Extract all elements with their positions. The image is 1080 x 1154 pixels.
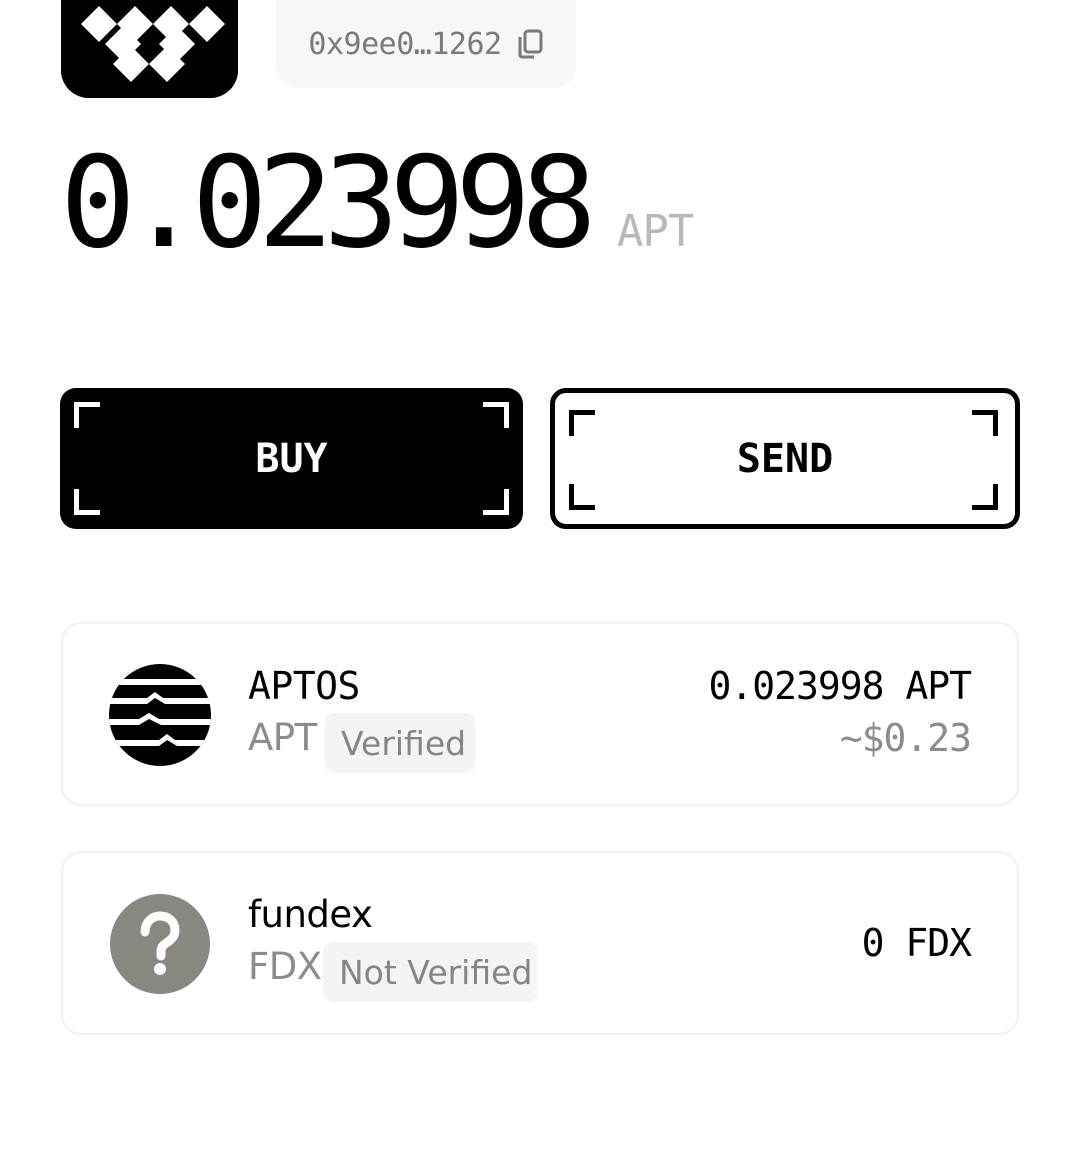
corner-bracket-icon [483, 489, 509, 515]
token-fiat-value: ~$0.23 [839, 716, 972, 760]
corner-bracket-icon [74, 402, 100, 428]
token-name: APTOS [248, 664, 360, 708]
balance-amount: 0.023998 [60, 129, 597, 276]
aptos-logo-icon [109, 664, 211, 766]
send-button[interactable]: SEND [550, 388, 1020, 529]
corner-bracket-icon [569, 484, 595, 510]
not-verified-badge: Not Verified [323, 942, 537, 1002]
buy-button-label: BUY [255, 435, 328, 482]
token-symbol: FDX [248, 945, 322, 988]
wallet-avatar [61, 0, 238, 98]
token-row-aptos[interactable]: APTOS APT Verified 0.023998 APT ~$0.23 [61, 622, 1019, 806]
wallet-address-chip[interactable]: 0x9ee0…1262 [276, 0, 576, 88]
token-row-fundex[interactable]: fundex FDX Not Verified 0 FDX [61, 851, 1019, 1035]
copy-icon[interactable] [516, 28, 544, 60]
token-name: fundex [248, 893, 373, 936]
send-button-label: SEND [736, 435, 834, 482]
checker-pattern-avatar-icon [61, 0, 238, 98]
wallet-address: 0x9ee0…1262 [308, 26, 502, 62]
corner-bracket-icon [74, 489, 100, 515]
token-symbol: APT [248, 716, 317, 759]
buy-button[interactable]: BUY [60, 388, 523, 529]
corner-bracket-icon [972, 410, 998, 436]
corner-bracket-icon [483, 402, 509, 428]
balance-display: 0.023998 APT [60, 129, 694, 276]
corner-bracket-icon [569, 410, 595, 436]
corner-bracket-icon [972, 484, 998, 510]
verified-badge: Verified [325, 713, 475, 773]
balance-unit: APT [616, 206, 694, 257]
token-amount: 0.023998 APT [708, 664, 972, 708]
question-mark-icon [110, 894, 210, 994]
token-amount: 0 FDX [861, 921, 972, 965]
